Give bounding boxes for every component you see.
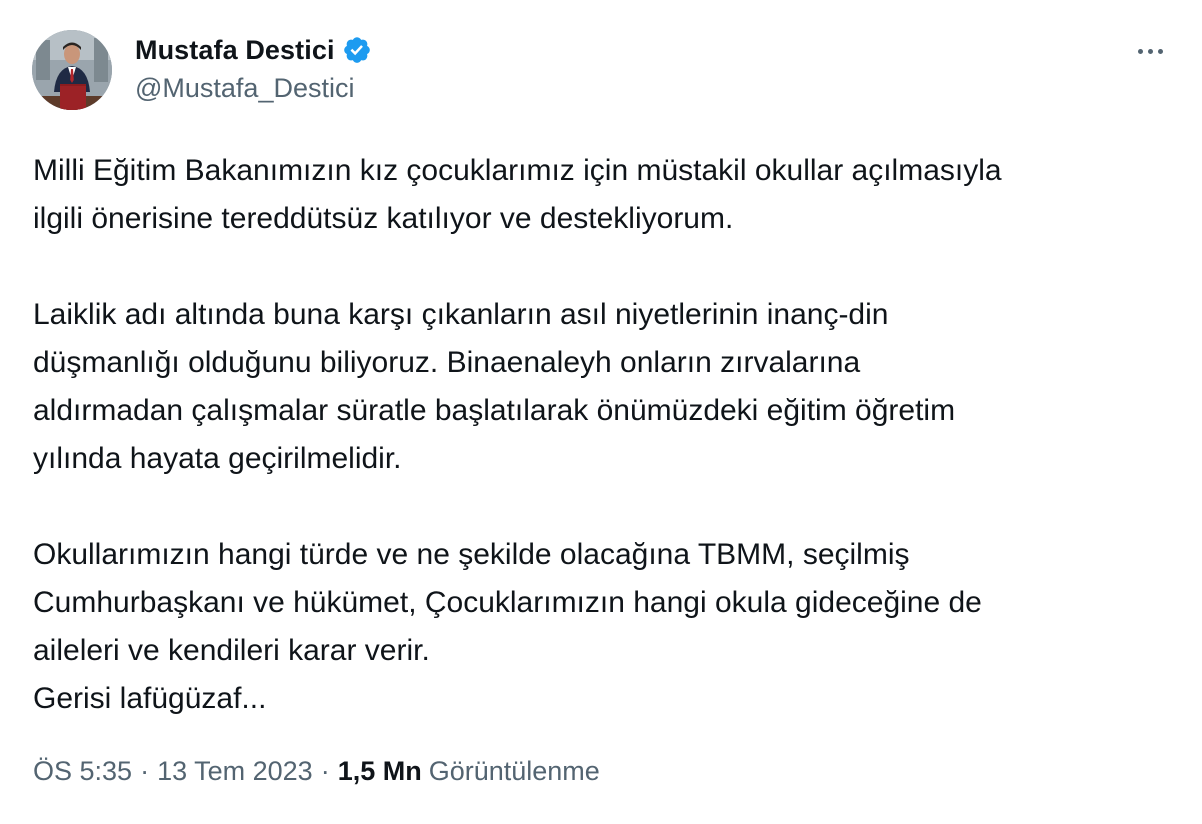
- tweet-date[interactable]: 13 Tem 2023: [157, 756, 313, 787]
- author-display-name[interactable]: Mustafa Destici: [135, 35, 335, 66]
- tweet-text: Milli Eğitim Bakanımızın kız çocuklarımı…: [33, 147, 1173, 723]
- more-options-icon[interactable]: [1130, 36, 1170, 66]
- tweet-paragraph: Milli Eğitim Bakanımızın kız çocuklarımı…: [33, 154, 1002, 235]
- more-dot: [1137, 48, 1143, 54]
- tweet-meta: ÖS 5:35 · 13 Tem 2023 · 1,5 Mn Görüntüle…: [33, 756, 600, 787]
- author-handle[interactable]: @Mustafa_Destici: [135, 73, 354, 104]
- tweet-paragraph: Laiklik adı altında buna karşı çıkanları…: [33, 298, 956, 475]
- tweet-paragraph: Okullarımızın hangi türde ve ne şekilde …: [33, 538, 982, 715]
- views-label[interactable]: Görüntülenme: [429, 756, 600, 787]
- views-count[interactable]: 1,5 Mn: [338, 756, 422, 787]
- tweet-time[interactable]: ÖS 5:35: [33, 756, 132, 787]
- verified-badge-icon[interactable]: [342, 35, 372, 65]
- more-dot: [1147, 48, 1153, 54]
- more-dot: [1157, 48, 1163, 54]
- avatar-photo: [32, 30, 112, 110]
- author-name-row: Mustafa Destici: [135, 33, 372, 67]
- meta-separator: ·: [140, 756, 150, 786]
- meta-separator: ·: [320, 756, 330, 786]
- avatar[interactable]: [32, 30, 112, 110]
- tweet-card: Mustafa Destici @Mustafa_Destici Milli E…: [0, 0, 1202, 824]
